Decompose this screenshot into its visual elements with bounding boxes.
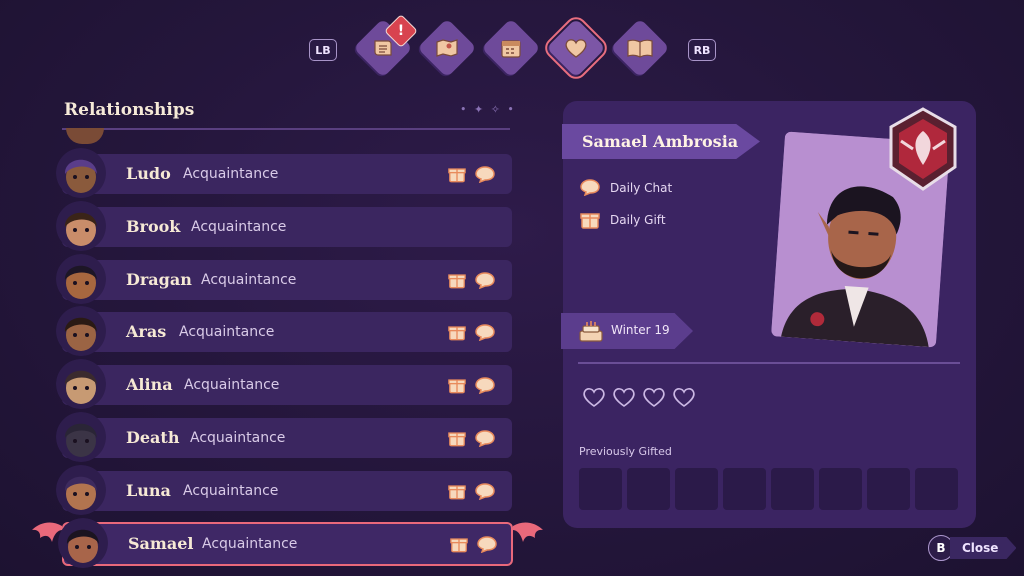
relationship-status: Acquaintance <box>191 218 287 235</box>
daily-gift-indicator: Daily Gift <box>580 210 666 229</box>
chat-bubble-icon <box>580 179 600 196</box>
gift-icon <box>450 537 468 552</box>
relationship-name: Death <box>126 428 180 447</box>
gift-icon <box>448 326 466 341</box>
relationship-status: Acquaintance <box>201 271 297 288</box>
close-label: Close <box>950 537 1017 559</box>
chat-bubble-icon <box>475 166 495 183</box>
birthday-cake-icon <box>579 321 603 342</box>
relationship-name: Ludo <box>126 164 171 183</box>
chat-bubble-icon <box>475 377 495 395</box>
gift-icon <box>448 273 466 288</box>
gift-slot[interactable] <box>819 468 862 510</box>
birthday-banner: Winter 19 <box>561 313 693 349</box>
relationship-status: Acquaintance <box>183 482 279 499</box>
character-name-banner: Samael Ambrosia <box>562 124 760 159</box>
daily-chat-indicator: Daily Chat <box>580 179 672 196</box>
gift-slot[interactable] <box>771 468 814 510</box>
avatar <box>56 306 106 357</box>
chat-bubble-icon <box>475 483 495 500</box>
relationship-status: Acquaintance <box>202 535 298 552</box>
map-icon <box>436 39 458 57</box>
relationship-status: Acquaintance <box>179 324 275 341</box>
chat-bubble-icon <box>477 535 497 553</box>
heart-outline-icon <box>673 388 695 407</box>
gift-slot[interactable] <box>579 468 622 510</box>
daily-chat-label: Daily Chat <box>610 180 673 195</box>
tab-relationships[interactable] <box>540 12 612 84</box>
avatar <box>56 148 106 198</box>
relationship-status: Acquaintance <box>183 166 279 182</box>
gift-slot[interactable] <box>723 468 766 510</box>
chat-bubble-icon <box>475 324 495 342</box>
relationship-name: Brook <box>126 216 181 236</box>
journal-book-icon <box>627 39 653 58</box>
demon-faction-emblem-icon <box>889 107 957 191</box>
birthday-label: Winter 19 <box>611 323 670 337</box>
avatar <box>56 200 106 251</box>
relationship-row-brook[interactable]: Brook Acquaintance <box>56 200 512 251</box>
gift-slot[interactable] <box>627 468 670 510</box>
relationship-name: Luna <box>126 480 171 500</box>
heart-outline-icon <box>613 388 635 407</box>
sparkle-decoration-icon: • ✦ ✧ • <box>460 103 516 116</box>
relationship-row-death[interactable]: Death Acquaintance <box>56 412 512 462</box>
gift-slot[interactable] <box>915 468 958 510</box>
avatar <box>56 253 106 304</box>
chat-bubble-icon <box>475 430 495 447</box>
relationship-row-aras[interactable]: Aras Acquaintance <box>56 306 512 357</box>
heart-outline-icon <box>643 388 665 407</box>
relationship-row-alina[interactable]: Alina Acquaintance <box>56 359 512 410</box>
relationship-row-dragan[interactable]: Dragan Acquaintance <box>56 253 512 304</box>
previously-gifted-label: Previously Gifted <box>579 445 672 458</box>
relationships-title: Relationships <box>64 100 195 120</box>
heart-icon <box>565 39 587 58</box>
calendar-icon <box>501 40 521 58</box>
rb-button[interactable]: RB <box>688 39 716 61</box>
divider <box>578 362 960 364</box>
avatar <box>56 359 106 410</box>
lb-button[interactable]: LB <box>309 39 337 61</box>
partial-avatar-above <box>66 128 104 144</box>
character-name: Samael Ambrosia <box>582 132 739 151</box>
relationship-row-luna[interactable]: Luna Acquaintance <box>56 464 512 515</box>
relationship-name: Aras <box>126 322 167 342</box>
daily-gift-label: Daily Gift <box>610 212 666 227</box>
previously-gifted-slots <box>579 468 958 510</box>
divider <box>62 128 510 130</box>
avatar <box>56 464 106 515</box>
tab-calendar[interactable] <box>481 18 541 78</box>
right-bat-wing-icon <box>513 522 543 542</box>
friendship-hearts <box>581 385 697 409</box>
gift-icon <box>448 168 466 183</box>
relationship-status: Acquaintance <box>190 430 286 446</box>
gift-icon <box>448 432 466 447</box>
gift-icon <box>448 485 466 500</box>
gift-icon <box>580 213 600 229</box>
heart-outline-icon <box>583 388 605 407</box>
close-button[interactable]: B Close <box>928 535 1017 561</box>
relationship-name: Samael <box>128 533 194 553</box>
avatar <box>56 412 106 462</box>
gift-icon <box>448 379 466 394</box>
chat-bubble-icon <box>475 271 495 289</box>
relationship-row-samael[interactable]: Samael Acquaintance <box>58 517 513 568</box>
relationship-status: Acquaintance <box>184 377 280 394</box>
gift-slot[interactable] <box>675 468 718 510</box>
gift-slot[interactable] <box>867 468 910 510</box>
relationship-name: Dragan <box>126 269 192 289</box>
relationship-row-ludo[interactable]: Ludo Acquaintance <box>56 148 512 198</box>
avatar <box>58 517 108 568</box>
tab-map[interactable] <box>417 18 477 78</box>
tab-journal[interactable] <box>610 18 670 78</box>
relationship-name: Alina <box>126 375 173 395</box>
